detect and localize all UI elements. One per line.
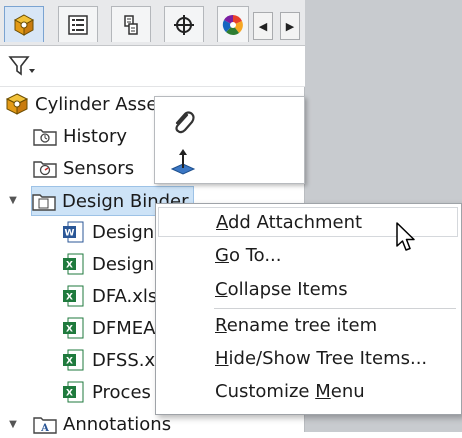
sensors-folder-icon [33, 157, 57, 179]
svg-text:X: X [66, 389, 73, 399]
tree-item-label: DFA.xls [92, 285, 158, 307]
menu-label-post: ename tree item [226, 315, 378, 336]
tree-item-label: Sensors [63, 157, 135, 179]
configurationmanager-tab[interactable] [111, 6, 151, 42]
menu-label-post: o To... [228, 245, 282, 266]
menu-mnemonic: M [315, 381, 331, 402]
menu-label-post: dd Attachment [228, 212, 363, 233]
collapse-design-binder-icon[interactable]: ▼ [7, 194, 19, 206]
filter-dropdown-button[interactable] [8, 54, 36, 78]
tree-item-label: History [63, 125, 128, 147]
propertymanager-tab[interactable] [58, 6, 98, 42]
display-manager-tab[interactable] [217, 6, 249, 42]
tree-item-sensors[interactable]: Sensors [33, 154, 134, 182]
menu-separator [214, 308, 456, 309]
tree-item-design-doc[interactable]: W Design [62, 218, 154, 246]
menu-mnemonic: C [215, 279, 228, 300]
menu-label-post: enu [330, 381, 365, 402]
svg-text:X: X [66, 357, 73, 367]
tree-item-label: Cylinder Asse [35, 93, 158, 115]
tree-item-label: DFMEA [92, 317, 156, 339]
assembly-icon [5, 93, 29, 115]
excel-document-icon: X [62, 317, 86, 339]
history-folder-icon [33, 125, 57, 147]
dimxpert-tab[interactable] [164, 6, 204, 42]
propertymanager-list-icon [68, 14, 88, 35]
normal-to-button[interactable] [169, 147, 197, 177]
tree-root-assembly[interactable]: Cylinder Asse [5, 90, 157, 118]
menu-item-customize-menu[interactable]: Customize Menu [158, 377, 458, 407]
color-wheel-icon [222, 14, 243, 35]
menu-item-rename-tree-item[interactable]: Rename tree item [158, 311, 458, 341]
svg-text:W: W [65, 229, 75, 239]
excel-document-icon: X [62, 285, 86, 307]
tree-item-design-xls[interactable]: X Design [62, 250, 154, 278]
tab-scroll-left-button[interactable]: ◀ [253, 12, 273, 40]
excel-document-icon: X [62, 253, 86, 275]
excel-document-icon: X [62, 381, 86, 403]
tree-item-label: Design [92, 253, 155, 275]
featuremanager-cube-icon [13, 13, 35, 36]
scroll-left-icon: ◀ [258, 19, 268, 33]
featuremanager-tab[interactable] [4, 6, 44, 42]
menu-label-pre: Customize [215, 381, 316, 402]
mouse-pointer-icon [396, 222, 415, 251]
tree-item-dfmea[interactable]: X DFMEA [62, 314, 155, 342]
tab-scroll-right-button[interactable]: ▶ [280, 12, 300, 40]
manager-tab-strip: ◀ ▶ [0, 0, 305, 46]
tree-item-label: Proces [92, 381, 151, 403]
filter-bar [0, 46, 305, 87]
scroll-right-icon: ▶ [285, 19, 295, 33]
tree-item-label: DFSS.x [92, 349, 156, 371]
tree-item-process[interactable]: X Proces [62, 378, 151, 406]
svg-text:A: A [40, 423, 49, 434]
configurationmanager-icon [124, 14, 138, 35]
menu-mnemonic: H [215, 348, 229, 369]
menu-label-post: ide/Show Tree Items... [228, 348, 428, 369]
tree-item-annotations[interactable]: A Annotations [33, 410, 171, 438]
design-binder-folder-icon [32, 190, 56, 212]
word-document-icon: W [62, 221, 86, 243]
excel-document-icon: X [62, 349, 86, 371]
svg-text:X: X [66, 261, 73, 271]
svg-text:X: X [66, 293, 73, 303]
menu-item-collapse-items[interactable]: Collapse Items [158, 275, 458, 305]
menu-label-post: ollapse Items [227, 279, 348, 300]
menu-mnemonic: R [215, 315, 227, 336]
tree-item-label: Design [92, 221, 155, 243]
tree-item-dfa[interactable]: X DFA.xls [62, 282, 157, 310]
menu-item-hide-show-tree-items[interactable]: Hide/Show Tree Items... [158, 344, 458, 374]
context-mini-toolbar [154, 96, 305, 184]
crosshair-icon [174, 14, 194, 35]
funnel-filter-icon [8, 56, 35, 76]
svg-text:X: X [66, 325, 73, 335]
tree-item-label: Annotations [63, 413, 172, 435]
menu-mnemonic: G [215, 245, 229, 266]
collapse-annotations-icon[interactable]: ▼ [7, 418, 19, 430]
tree-item-dfss[interactable]: X DFSS.x [62, 346, 155, 374]
paperclip-icon [175, 111, 195, 134]
tree-item-history[interactable]: History [33, 122, 127, 150]
attach-button[interactable] [169, 107, 197, 137]
menu-mnemonic: A [216, 212, 228, 233]
normal-to-icon [170, 149, 196, 175]
